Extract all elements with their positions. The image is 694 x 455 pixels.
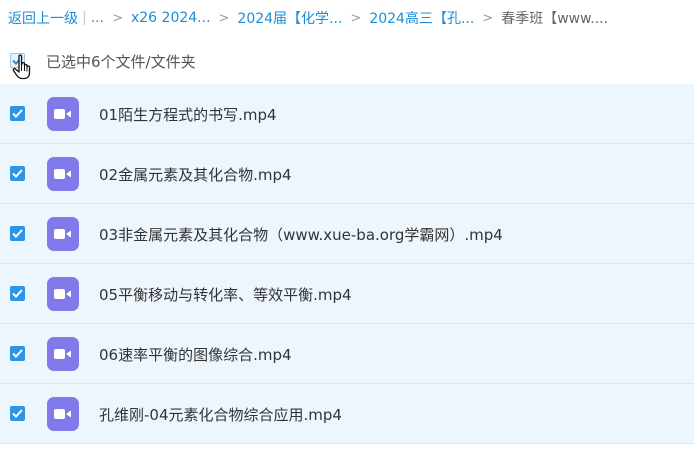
file-checkbox[interactable] [10, 406, 25, 421]
breadcrumb-separator-icon: > [112, 10, 123, 26]
video-file-icon [47, 97, 79, 131]
hand-pointer-icon [12, 54, 31, 80]
file-name[interactable]: 02金属元素及其化合物.mp4 [99, 164, 292, 185]
video-file-icon [47, 277, 79, 311]
file-name[interactable]: 01陌生方程式的书写.mp4 [99, 104, 277, 125]
file-list: 01陌生方程式的书写.mp4 02金属元素及其化合物.mp4 03非金属元素及其… [0, 84, 694, 444]
file-row[interactable]: 02金属元素及其化合物.mp4 [0, 144, 694, 204]
breadcrumb-separator-icon: > [350, 10, 362, 26]
file-name[interactable]: 05平衡移动与转化率、等效平衡.mp4 [99, 284, 352, 305]
file-row[interactable]: 01陌生方程式的书写.mp4 [0, 84, 694, 144]
file-row[interactable]: 孔维刚-04元素化合物综合应用.mp4 [0, 384, 694, 444]
checkmark-icon [12, 229, 23, 238]
breadcrumb-separator-icon: > [482, 10, 494, 26]
file-name[interactable]: 06速率平衡的图像综合.mp4 [99, 344, 292, 365]
breadcrumb-item-1[interactable]: x26 2024... [131, 10, 211, 26]
breadcrumb-separator-icon: > [218, 10, 230, 26]
file-name[interactable]: 03非金属元素及其化合物（www.xue-ba.org学霸网）.mp4 [99, 224, 503, 245]
breadcrumb-item-2[interactable]: 2024届【化学... [237, 8, 342, 28]
file-checkbox[interactable] [10, 226, 25, 241]
breadcrumb: 返回上一级 | ... > x26 2024... > 2024届【化学... … [0, 0, 694, 36]
file-checkbox[interactable] [10, 286, 25, 301]
breadcrumb-divider: | [82, 10, 87, 26]
breadcrumb-current: 春季班【www.... [501, 11, 609, 27]
checkmark-icon [12, 349, 23, 358]
selection-count-text: 已选中6个文件/文件夹 [46, 53, 196, 71]
video-file-icon [47, 337, 79, 371]
breadcrumb-item-3[interactable]: 2024高三【孔... [369, 8, 474, 28]
video-file-icon [47, 157, 79, 191]
file-name[interactable]: 孔维刚-04元素化合物综合应用.mp4 [99, 404, 342, 425]
checkmark-icon [12, 109, 23, 118]
file-checkbox[interactable] [10, 346, 25, 361]
checkmark-icon [12, 409, 23, 418]
video-file-icon [47, 217, 79, 251]
selection-header: 已选中6个文件/文件夹 [0, 44, 694, 80]
file-checkbox[interactable] [10, 166, 25, 181]
file-row[interactable]: 03非金属元素及其化合物（www.xue-ba.org学霸网）.mp4 [0, 204, 694, 264]
breadcrumb-ellipsis[interactable]: ... [91, 10, 104, 26]
file-row[interactable]: 05平衡移动与转化率、等效平衡.mp4 [0, 264, 694, 324]
video-file-icon [47, 397, 79, 431]
file-checkbox[interactable] [10, 106, 25, 121]
back-link[interactable]: 返回上一级 [8, 8, 78, 28]
checkmark-icon [12, 289, 23, 298]
file-row[interactable]: 06速率平衡的图像综合.mp4 [0, 324, 694, 384]
checkmark-icon [12, 169, 23, 178]
